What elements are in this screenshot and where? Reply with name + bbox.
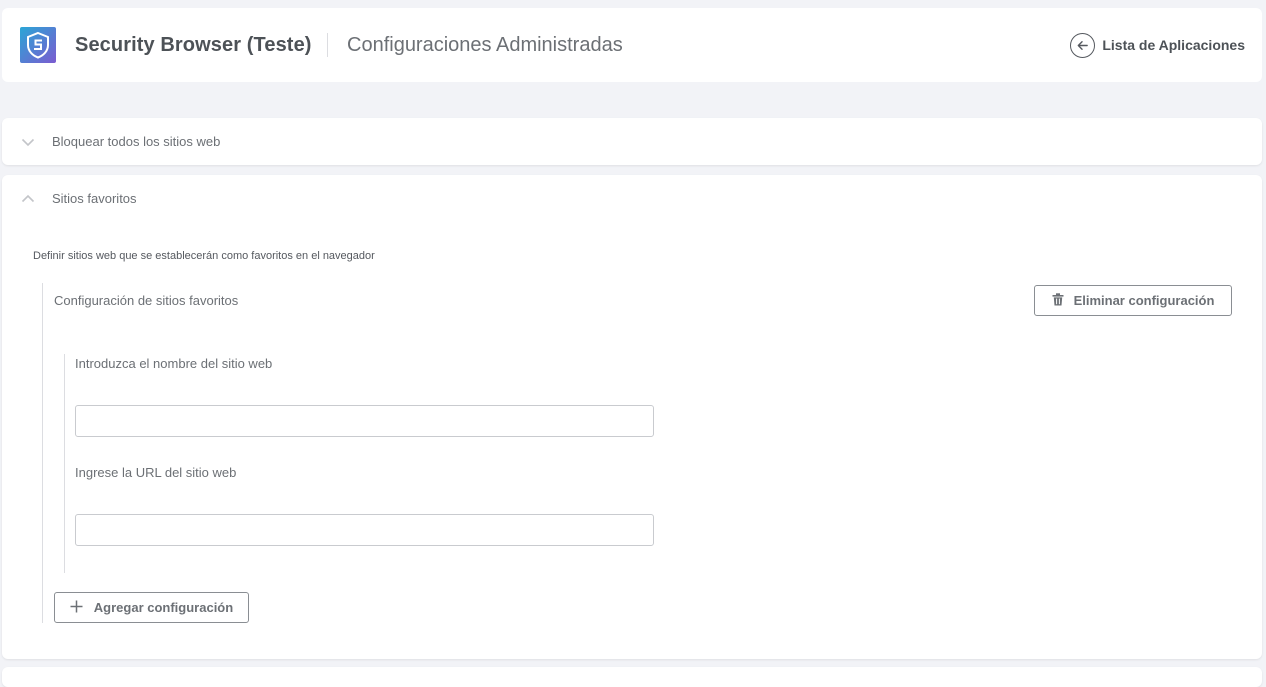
trash-icon xyxy=(1052,292,1064,309)
delete-config-label: Eliminar configuración xyxy=(1073,293,1215,308)
section-title: Bloquear todos los sitios web xyxy=(52,134,221,149)
app-header: Security Browser (Teste) Configuraciones… xyxy=(2,8,1262,82)
chevron-up-icon xyxy=(20,191,36,207)
arrow-left-circle-icon xyxy=(1070,32,1096,58)
site-name-label: Introduzca el nombre del sitio web xyxy=(75,356,273,371)
back-to-apps-link[interactable]: Lista de Aplicaciones xyxy=(1070,32,1245,58)
add-config-button[interactable]: Agregar configuración xyxy=(54,592,249,623)
section-header-block-all-websites[interactable]: Bloquear todos los sitios web xyxy=(2,118,1262,165)
app-name: Security Browser (Teste) xyxy=(75,34,312,56)
app-logo-icon xyxy=(20,27,56,63)
section-title: Sitios favoritos xyxy=(52,191,137,206)
delete-config-button[interactable]: Eliminar configuración xyxy=(1034,285,1232,316)
config-title: Configuración de sitios favoritos xyxy=(54,293,239,308)
site-url-label: Ingrese la URL del sitio web xyxy=(75,465,237,480)
page-title: Configuraciones Administradas xyxy=(347,34,623,56)
next-section-edge xyxy=(2,667,1262,687)
section-description: Definir sitios web que se establecerán c… xyxy=(33,250,375,262)
site-name-input[interactable] xyxy=(75,405,654,437)
section-block-all-websites: Bloquear todos los sitios web xyxy=(2,118,1262,165)
site-url-input[interactable] xyxy=(75,514,654,546)
header-divider xyxy=(327,33,328,57)
back-label: Lista de Aplicaciones xyxy=(1102,37,1245,53)
chevron-down-icon xyxy=(20,134,36,150)
section-favorite-sites: Sitios favoritos Definir sitios web que … xyxy=(2,175,1262,659)
plus-icon xyxy=(70,600,83,616)
config-block: Configuración de sitios favoritos Elimin… xyxy=(42,283,1232,623)
add-config-label: Agregar configuración xyxy=(93,600,234,615)
section-header-favorite-sites[interactable]: Sitios favoritos xyxy=(2,175,1262,222)
fields-group: Introduzca el nombre del sitio web Ingre… xyxy=(64,354,664,573)
